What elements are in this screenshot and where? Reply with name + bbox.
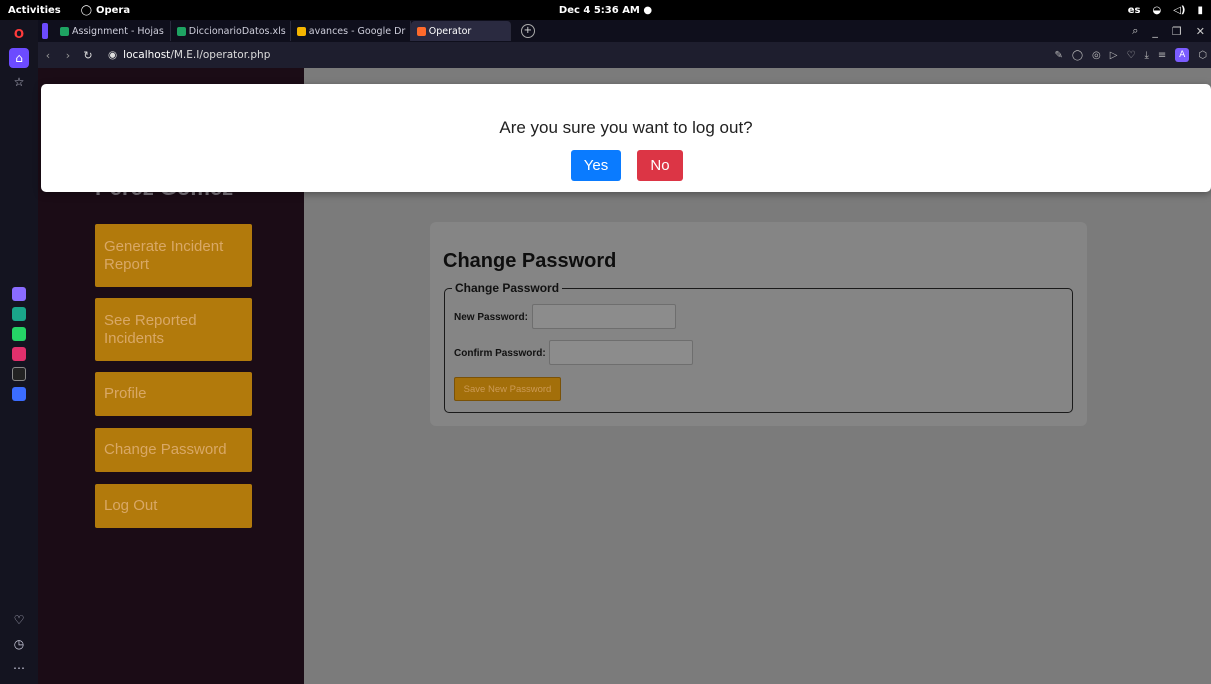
- window-controls: ⌕ _ ❐ ✕: [1132, 20, 1205, 42]
- change-password-fieldset: Change Password New Password: Confirm Pa…: [444, 281, 1073, 413]
- vpn-icon[interactable]: ◎: [1092, 50, 1101, 61]
- play-icon[interactable]: ▷: [1110, 50, 1118, 61]
- history-clock-icon[interactable]: ◷: [9, 634, 29, 654]
- new-tab-button[interactable]: +: [520, 24, 535, 38]
- tab-search-icon[interactable]: ⌕: [1132, 24, 1138, 38]
- profile-avatar[interactable]: A: [1175, 48, 1190, 62]
- home-icon[interactable]: ⌂: [9, 48, 29, 68]
- sidebar-bottom: ♡ ◷ ⋯: [0, 608, 38, 680]
- back-icon[interactable]: ‹: [38, 49, 58, 62]
- tab-label: avances - Google Dr: [308, 25, 406, 37]
- more-dots-icon[interactable]: ⋯: [9, 658, 29, 678]
- log-out-button[interactable]: Log Out: [95, 484, 252, 528]
- confirm-password-input[interactable]: [549, 340, 693, 365]
- tab-avances[interactable]: avances - Google Dr: [291, 21, 411, 41]
- restore-button[interactable]: ❐: [1172, 25, 1182, 38]
- tab-diccionario[interactable]: DiccionarioDatos.xls: [171, 21, 291, 41]
- minimize-button[interactable]: _: [1152, 25, 1158, 38]
- forward-icon[interactable]: ›: [58, 49, 78, 62]
- app-menu-label: Opera: [95, 4, 131, 16]
- heart-icon[interactable]: ♡: [9, 610, 29, 630]
- toolbar-icons: ✎ ◯ ◎ ▷ ♡ ⤓ ≡ A ⬡: [1054, 42, 1207, 68]
- opera-app-icon: ◯: [80, 4, 92, 16]
- fieldset-legend: Change Password: [452, 281, 563, 295]
- new-password-label: New Password:: [454, 312, 528, 323]
- no-button[interactable]: No: [637, 150, 683, 181]
- camera-icon[interactable]: ◯: [1072, 50, 1083, 61]
- workspace-indicator[interactable]: [42, 23, 48, 39]
- change-password-card: Change Password Change Password New Pass…: [430, 222, 1087, 426]
- reload-icon[interactable]: ↻: [78, 49, 98, 62]
- page-favicon-icon: [416, 26, 426, 36]
- drive-icon: [296, 26, 306, 36]
- close-button[interactable]: ✕: [1196, 25, 1205, 38]
- heart-outline-icon[interactable]: ♡: [1126, 50, 1135, 61]
- system-tray[interactable]: es ◒ ◁) ▮: [1128, 0, 1203, 20]
- new-password-input[interactable]: [532, 304, 676, 329]
- yes-button[interactable]: Yes: [571, 150, 621, 181]
- site-info-icon[interactable]: ◉: [108, 49, 117, 61]
- generate-incident-report-button[interactable]: Generate Incident Report: [95, 224, 252, 287]
- tab-operator[interactable]: Operator: [410, 21, 511, 41]
- volume-icon[interactable]: ◁): [1173, 5, 1185, 16]
- chatgpt-app-icon[interactable]: [12, 307, 26, 321]
- app-menu[interactable]: ◯ Opera: [69, 5, 130, 16]
- address-bar: ‹ › ↻ ◉ localhost/M.E.I/operator.php ✎ ◯…: [38, 42, 1211, 68]
- tab-assignment[interactable]: Assignment - Hojas: [54, 21, 171, 41]
- opera-menu-icon[interactable]: O: [9, 24, 29, 44]
- aria-app-icon[interactable]: [12, 287, 26, 301]
- language-indicator[interactable]: es: [1128, 5, 1141, 16]
- wifi-icon[interactable]: ◒: [1152, 5, 1161, 16]
- save-new-password-button[interactable]: Save New Password: [454, 377, 561, 401]
- clock[interactable]: Dec 4 5:36 AM ●: [0, 5, 1211, 16]
- tab-label: Operator: [428, 25, 472, 37]
- tab-strip: Assignment - Hojas DiccionarioDatos.xls …: [38, 20, 1211, 42]
- extensions-icon[interactable]: ⬡: [1198, 50, 1207, 61]
- activities-button[interactable]: Activities: [0, 5, 69, 16]
- edit-icon[interactable]: ✎: [1054, 50, 1062, 61]
- change-password-button[interactable]: Change Password: [95, 428, 252, 472]
- whatsapp-app-icon[interactable]: [12, 327, 26, 341]
- download-icon[interactable]: ⤓: [1144, 50, 1148, 61]
- logout-confirm-modal: Are you sure you want to log out? Yes No: [41, 84, 1211, 192]
- opera-sidebar: O ⌂ ☆ ♡ ◷ ⋯: [0, 20, 38, 684]
- bookmarks-star-icon[interactable]: ☆: [9, 72, 29, 92]
- tab-label: DiccionarioDatos.xls: [188, 25, 286, 37]
- url-host: localhost: [123, 49, 171, 61]
- profile-button[interactable]: Profile: [95, 372, 252, 416]
- system-top-bar: Activities ◯ Opera Dec 4 5:36 AM ● es ◒ …: [0, 0, 1211, 20]
- see-reported-incidents-button[interactable]: See Reported Incidents: [95, 298, 252, 361]
- battery-icon[interactable]: ▮: [1197, 5, 1203, 16]
- modal-message: Are you sure you want to log out?: [499, 118, 753, 137]
- tiktok-app-icon[interactable]: [12, 367, 26, 381]
- sheets-icon: [176, 26, 186, 36]
- page-title: Change Password: [443, 250, 617, 272]
- url-path: /M.E.I/operator.php: [170, 49, 271, 61]
- menu-lines-icon[interactable]: ≡: [1158, 50, 1166, 61]
- url-field[interactable]: ◉ localhost/M.E.I/operator.php: [98, 49, 270, 61]
- tab-label: Assignment - Hojas: [72, 25, 164, 37]
- confirm-password-label: Confirm Password:: [454, 348, 546, 359]
- sheets-icon: [60, 26, 69, 36]
- messenger-app-icon[interactable]: [12, 387, 26, 401]
- instagram-app-icon[interactable]: [12, 347, 26, 361]
